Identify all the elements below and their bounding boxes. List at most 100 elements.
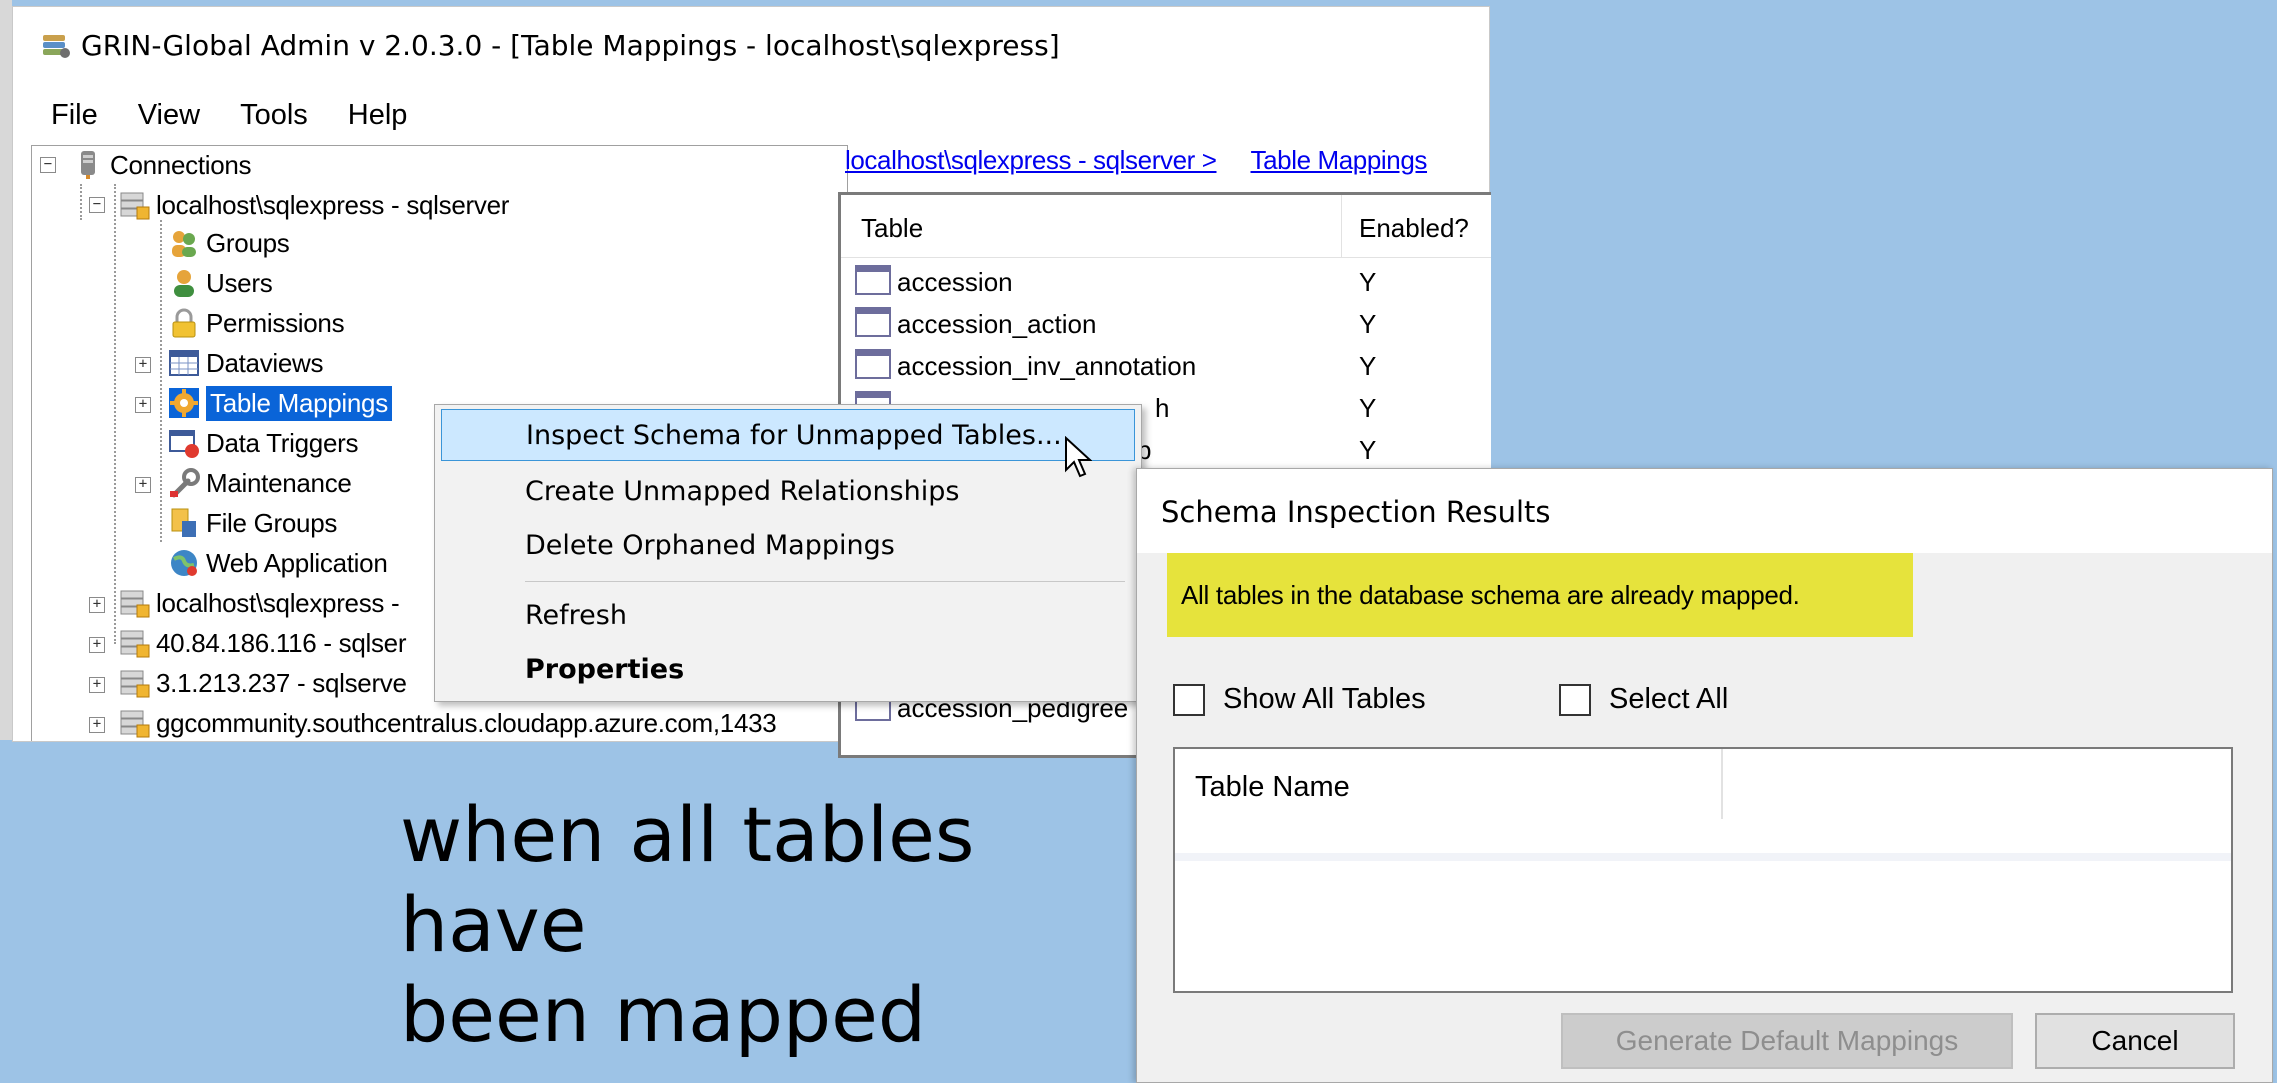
tree-item-groups[interactable]: Groups (168, 224, 290, 262)
column-header-enabled[interactable]: Enabled? (1359, 213, 1469, 244)
generate-default-mappings-button[interactable]: Generate Default Mappings (1561, 1013, 2013, 1069)
tree-item-label: localhost\sqlexpress - (156, 587, 400, 618)
tree-item-connection-3[interactable]: 40.84.186.116 - sqlser (118, 624, 407, 662)
tree-item-file-groups[interactable]: File Groups (168, 504, 337, 542)
tree-item-users[interactable]: Users (168, 264, 273, 302)
dialog-title: Schema Inspection Results (1161, 495, 1551, 529)
sql-server-icon (120, 192, 150, 220)
tree-item-connection-2[interactable]: localhost\sqlexpress - (118, 584, 400, 622)
column-divider (1341, 195, 1342, 257)
expand-connection-toggle[interactable]: + (89, 637, 105, 653)
expand-maintenance-toggle[interactable]: + (135, 477, 151, 493)
tree-item-connections[interactable]: Connections (72, 146, 252, 184)
table-icon (855, 265, 891, 295)
menu-bar: File View Tools Help (13, 85, 1489, 145)
checkbox-label: Show All Tables (1223, 683, 1426, 715)
cancel-button[interactable]: Cancel (2035, 1013, 2235, 1069)
menu-item-refresh[interactable]: Refresh (435, 589, 1141, 641)
select-all-checkbox[interactable]: Select All (1559, 683, 1728, 716)
menu-item-delete-orphaned-mappings[interactable]: Delete Orphaned Mappings (435, 519, 1141, 571)
expand-connection-toggle[interactable]: + (89, 677, 105, 693)
menu-help[interactable]: Help (328, 99, 428, 132)
tree-item-label: Groups (206, 227, 290, 258)
menu-file[interactable]: File (13, 99, 118, 132)
tree-item-label: Web Application (206, 547, 388, 578)
column-header-table[interactable]: Table (861, 213, 923, 244)
enabled-value: Y (1359, 393, 1377, 423)
collapse-connections-toggle[interactable]: − (40, 157, 56, 173)
tree-item-connection-5[interactable]: ggcommunity.southcentralus.cloudapp.azur… (118, 704, 777, 741)
table-row[interactable]: accession Y (841, 261, 1491, 303)
collapse-server-toggle[interactable]: − (89, 197, 105, 213)
breadcrumb-server-link[interactable]: localhost\sqlexpress - sqlserver > (845, 145, 1217, 176)
context-menu: Inspect Schema for Unmapped Tables... Cr… (434, 404, 1142, 702)
mapping-status-message: All tables in the database schema are al… (1167, 553, 1913, 637)
expand-connection-toggle[interactable]: + (89, 597, 105, 613)
table-icon (855, 349, 891, 379)
unmapped-tables-list[interactable]: Table Name (1173, 747, 2233, 993)
tree-item-label: Table Mappings (206, 385, 392, 421)
tree-item-label: 3.1.213.237 - sqlserve (156, 667, 407, 698)
table-icon (855, 307, 891, 337)
caption-line-1: when all tables have (400, 790, 975, 969)
caption-line-2: been mapped (400, 970, 927, 1059)
mouse-pointer-icon (1065, 436, 1092, 478)
table-row[interactable]: accession_action Y (841, 303, 1491, 345)
tree-item-label: Dataviews (206, 347, 324, 378)
title-bar: GRIN-Global Admin v 2.0.3.0 - [Table Map… (13, 7, 1489, 83)
checkbox-box[interactable] (1559, 683, 1591, 716)
tree-item-connection-4[interactable]: 3.1.213.237 - sqlserve (118, 664, 407, 702)
breadcrumb-table-mappings-link[interactable]: Table Mappings (1251, 145, 1428, 176)
trigger-icon (169, 430, 199, 458)
tree-item-data-triggers[interactable]: Data Triggers (168, 424, 358, 462)
menu-item-create-unmapped-relationships[interactable]: Create Unmapped Relationships (435, 465, 1141, 517)
user-icon (174, 270, 194, 297)
table-name: accession_inv_annotation (897, 351, 1197, 381)
tree-item-server[interactable]: localhost\sqlexpress - sqlserver (118, 186, 509, 224)
enabled-value: Y (1359, 309, 1377, 339)
checkbox-label: Select All (1609, 683, 1729, 715)
tree-item-permissions[interactable]: Permissions (168, 304, 345, 342)
wrench-icon (170, 468, 200, 498)
column-header-table-name[interactable]: Table Name (1195, 771, 1350, 804)
dataview-grid-icon (169, 350, 199, 376)
tree-item-label: Maintenance (206, 467, 352, 498)
dialog-title-bar: Schema Inspection Results (1137, 469, 2272, 553)
table-name-partial: h (1155, 393, 1170, 423)
list-header: Table Enabled? (841, 195, 1491, 258)
menu-tools[interactable]: Tools (220, 99, 328, 132)
menu-item-inspect-schema[interactable]: Inspect Schema for Unmapped Tables... (441, 409, 1135, 461)
tree-line (114, 184, 116, 644)
database-server-icon (81, 151, 95, 179)
menu-item-properties[interactable]: Properties (435, 643, 1141, 695)
schema-inspection-dialog: Schema Inspection Results All tables in … (1136, 468, 2273, 1083)
tree-item-label: File Groups (206, 507, 338, 538)
tree-item-dataviews[interactable]: Dataviews (168, 344, 324, 382)
menu-view[interactable]: View (118, 99, 220, 132)
show-all-tables-checkbox[interactable]: Show All Tables (1173, 683, 1426, 716)
tree-item-table-mappings[interactable]: Table Mappings (168, 384, 392, 422)
breadcrumb: localhost\sqlexpress - sqlserver > Table… (845, 140, 1427, 180)
globe-icon (171, 550, 197, 576)
expand-dataviews-toggle[interactable]: + (135, 357, 151, 373)
sql-server-icon (120, 630, 150, 658)
table-name: accession (897, 267, 1013, 297)
tree-item-maintenance[interactable]: Maintenance (168, 464, 352, 502)
expand-table-mappings-toggle[interactable]: + (135, 397, 151, 413)
tree-line (80, 184, 82, 220)
gear-icon (169, 388, 199, 418)
tree-item-label: ggcommunity.southcentralus.cloudapp.azur… (156, 707, 777, 738)
table-row[interactable]: accession_inv_annotation Y (841, 345, 1491, 387)
tree-item-label: Data Triggers (206, 427, 359, 458)
checkbox-box[interactable] (1173, 683, 1205, 716)
background-window-edge (0, 0, 12, 740)
sql-server-icon (120, 710, 150, 738)
window-title: GRIN-Global Admin v 2.0.3.0 - [Table Map… (81, 28, 1060, 62)
lock-icon (172, 308, 196, 338)
tree-item-label: Permissions (206, 307, 345, 338)
expand-connection-toggle[interactable]: + (89, 717, 105, 733)
file-groups-icon (171, 508, 196, 537)
tree-item-label: Users (206, 267, 273, 298)
tree-item-web-application[interactable]: Web Application (168, 544, 388, 582)
tree-line (160, 220, 162, 542)
